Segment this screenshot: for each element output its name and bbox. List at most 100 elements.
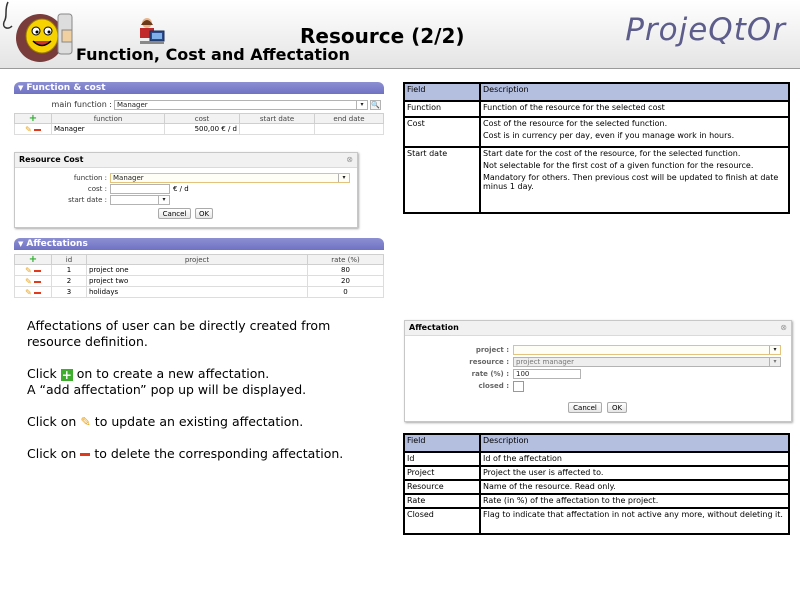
delete-minus-icon[interactable] xyxy=(33,291,41,294)
cell-project: holidays xyxy=(86,286,308,298)
project-select[interactable]: ▾ xyxy=(513,345,781,355)
table-row: Id Id of the affectation xyxy=(403,451,790,467)
function-value: Manager xyxy=(113,174,144,182)
field-description: Flag to indicate that affectation in not… xyxy=(479,507,790,535)
cost-fields-table: Field Description Function Function of t… xyxy=(403,82,790,214)
function-label: function : xyxy=(73,174,107,182)
cost-input[interactable] xyxy=(110,184,170,194)
field-name: Start date xyxy=(403,146,481,214)
function-select[interactable]: Manager ▾ xyxy=(110,173,350,183)
column-header-rate: rate (%) xyxy=(307,254,384,265)
row-actions: ✎ xyxy=(14,264,52,276)
collapse-triangle-icon: ▼ xyxy=(18,84,24,92)
affectations-table: + id project rate (%) ✎ 1 project one 80… xyxy=(14,254,384,298)
dropdown-arrow-icon[interactable]: ▾ xyxy=(769,358,780,366)
table-row: Rate Rate (in %) of the affectation to t… xyxy=(403,493,790,509)
main-function-label: main function : xyxy=(51,100,112,109)
affectations-section-header[interactable]: ▼ Affectations xyxy=(14,238,384,250)
ok-button[interactable]: OK xyxy=(607,402,627,413)
add-cost-button[interactable]: + xyxy=(14,113,52,124)
field-description: Project the user is affected to. xyxy=(479,465,790,481)
text: to delete the corresponding affectation. xyxy=(94,446,344,461)
edit-pencil-icon[interactable]: ✎ xyxy=(25,125,32,134)
header-description: Description xyxy=(479,82,790,102)
function-cost-section-header[interactable]: ▼ Function & cost xyxy=(14,82,384,94)
column-header-id: id xyxy=(51,254,87,265)
close-icon[interactable]: ⊗ xyxy=(346,155,353,164)
table-row: ✎ 1 project one 80 xyxy=(14,264,384,276)
start-date-input[interactable]: ▾ xyxy=(110,195,170,205)
main-function-select[interactable]: Manager ▾ xyxy=(114,100,368,110)
field-description: Cost of the resource for the selected fu… xyxy=(479,116,790,148)
field-name: Function xyxy=(403,100,481,118)
field-description: Start date for the cost of the resource,… xyxy=(479,146,790,214)
dropdown-arrow-icon[interactable]: ▾ xyxy=(769,346,780,354)
rate-input[interactable]: 100 xyxy=(513,369,581,379)
field-name: Rate xyxy=(403,493,481,509)
cancel-button[interactable]: Cancel xyxy=(158,208,191,219)
resource-value: project manager xyxy=(516,358,574,366)
cost-unit: € / d xyxy=(173,185,189,193)
row-actions: ✎ xyxy=(14,123,52,135)
cell-project: project two xyxy=(86,275,308,287)
delete-minus-icon[interactable] xyxy=(33,280,41,283)
desc-line: Mandatory for others. Then previous cost… xyxy=(483,173,779,191)
cell-rate: 20 xyxy=(307,275,384,287)
close-icon[interactable]: ⊗ xyxy=(780,323,787,332)
slide-subtitle: Function, Cost and Affectation xyxy=(76,45,350,64)
resource-cost-dialog: Resource Cost ⊗ function : Manager ▾ cos… xyxy=(14,152,358,228)
cell-id: 2 xyxy=(51,275,87,287)
header-field: Field xyxy=(403,433,481,453)
minus-icon xyxy=(80,453,91,456)
header-field: Field xyxy=(403,82,481,102)
field-name: Project xyxy=(403,465,481,481)
dropdown-arrow-icon[interactable]: ▾ xyxy=(158,196,169,204)
desc-line: Not selectable for the first cost of a g… xyxy=(483,161,754,170)
table-row: Project Project the user is affected to. xyxy=(403,465,790,481)
section-title: Affectations xyxy=(26,239,88,249)
paragraph: A “add affectation” pop up will be displ… xyxy=(27,382,307,397)
field-description: Rate (in %) of the affectation to the pr… xyxy=(479,493,790,509)
table-row: ✎ 2 project two 20 xyxy=(14,275,384,287)
closed-checkbox[interactable] xyxy=(513,381,524,392)
brand-name: ProjeQtOr xyxy=(625,12,786,48)
dropdown-arrow-icon[interactable]: ▾ xyxy=(356,101,367,109)
column-header-cost: cost xyxy=(164,113,240,124)
rate-label: rate (%) : xyxy=(471,370,509,378)
project-label: project : xyxy=(475,346,509,354)
section-title: Function & cost xyxy=(26,83,106,93)
cell-start-date xyxy=(239,123,315,135)
plus-icon[interactable]: + xyxy=(29,113,37,124)
paragraph: Click on ✎ to update an existing affecta… xyxy=(27,414,387,430)
resource-select[interactable]: project manager ▾ xyxy=(513,357,781,367)
delete-minus-icon[interactable] xyxy=(33,269,41,272)
collapse-triangle-icon: ▼ xyxy=(18,240,24,248)
desc-line: Function of the resource for the selecte… xyxy=(483,103,665,112)
add-affectation-button[interactable]: + xyxy=(14,254,52,265)
field-name: Resource xyxy=(403,479,481,495)
cell-end-date xyxy=(314,123,384,135)
cell-id: 3 xyxy=(51,286,87,298)
edit-pencil-icon[interactable]: ✎ xyxy=(25,277,32,286)
edit-pencil-icon[interactable]: ✎ xyxy=(25,266,32,275)
affectation-dialog: Affectation ⊗ project : ▾ resource : pro… xyxy=(404,320,792,422)
dialog-title: Resource Cost xyxy=(15,153,357,168)
table-row: Start date Start date for the cost of th… xyxy=(403,146,790,214)
closed-label: closed : xyxy=(478,382,509,390)
field-description: Id of the affectation xyxy=(479,451,790,467)
resource-label: resource : xyxy=(469,358,509,366)
dropdown-arrow-icon[interactable]: ▾ xyxy=(338,174,349,182)
search-icon[interactable]: 🔍 xyxy=(370,100,381,110)
affectation-fields-table: Field Description Id Id of the affectati… xyxy=(403,433,790,535)
ok-button[interactable]: OK xyxy=(195,208,213,219)
field-description: Function of the resource for the selecte… xyxy=(479,100,790,118)
plus-icon: + xyxy=(60,368,73,382)
cancel-button[interactable]: Cancel xyxy=(568,402,602,413)
delete-minus-icon[interactable] xyxy=(33,128,41,131)
text: Click on xyxy=(27,446,77,461)
dialog-title: Affectation xyxy=(405,321,791,336)
text: on to create a new affectation. xyxy=(76,366,270,381)
plus-icon[interactable]: + xyxy=(29,254,37,265)
edit-pencil-icon[interactable]: ✎ xyxy=(25,288,32,297)
cell-rate: 80 xyxy=(307,264,384,276)
